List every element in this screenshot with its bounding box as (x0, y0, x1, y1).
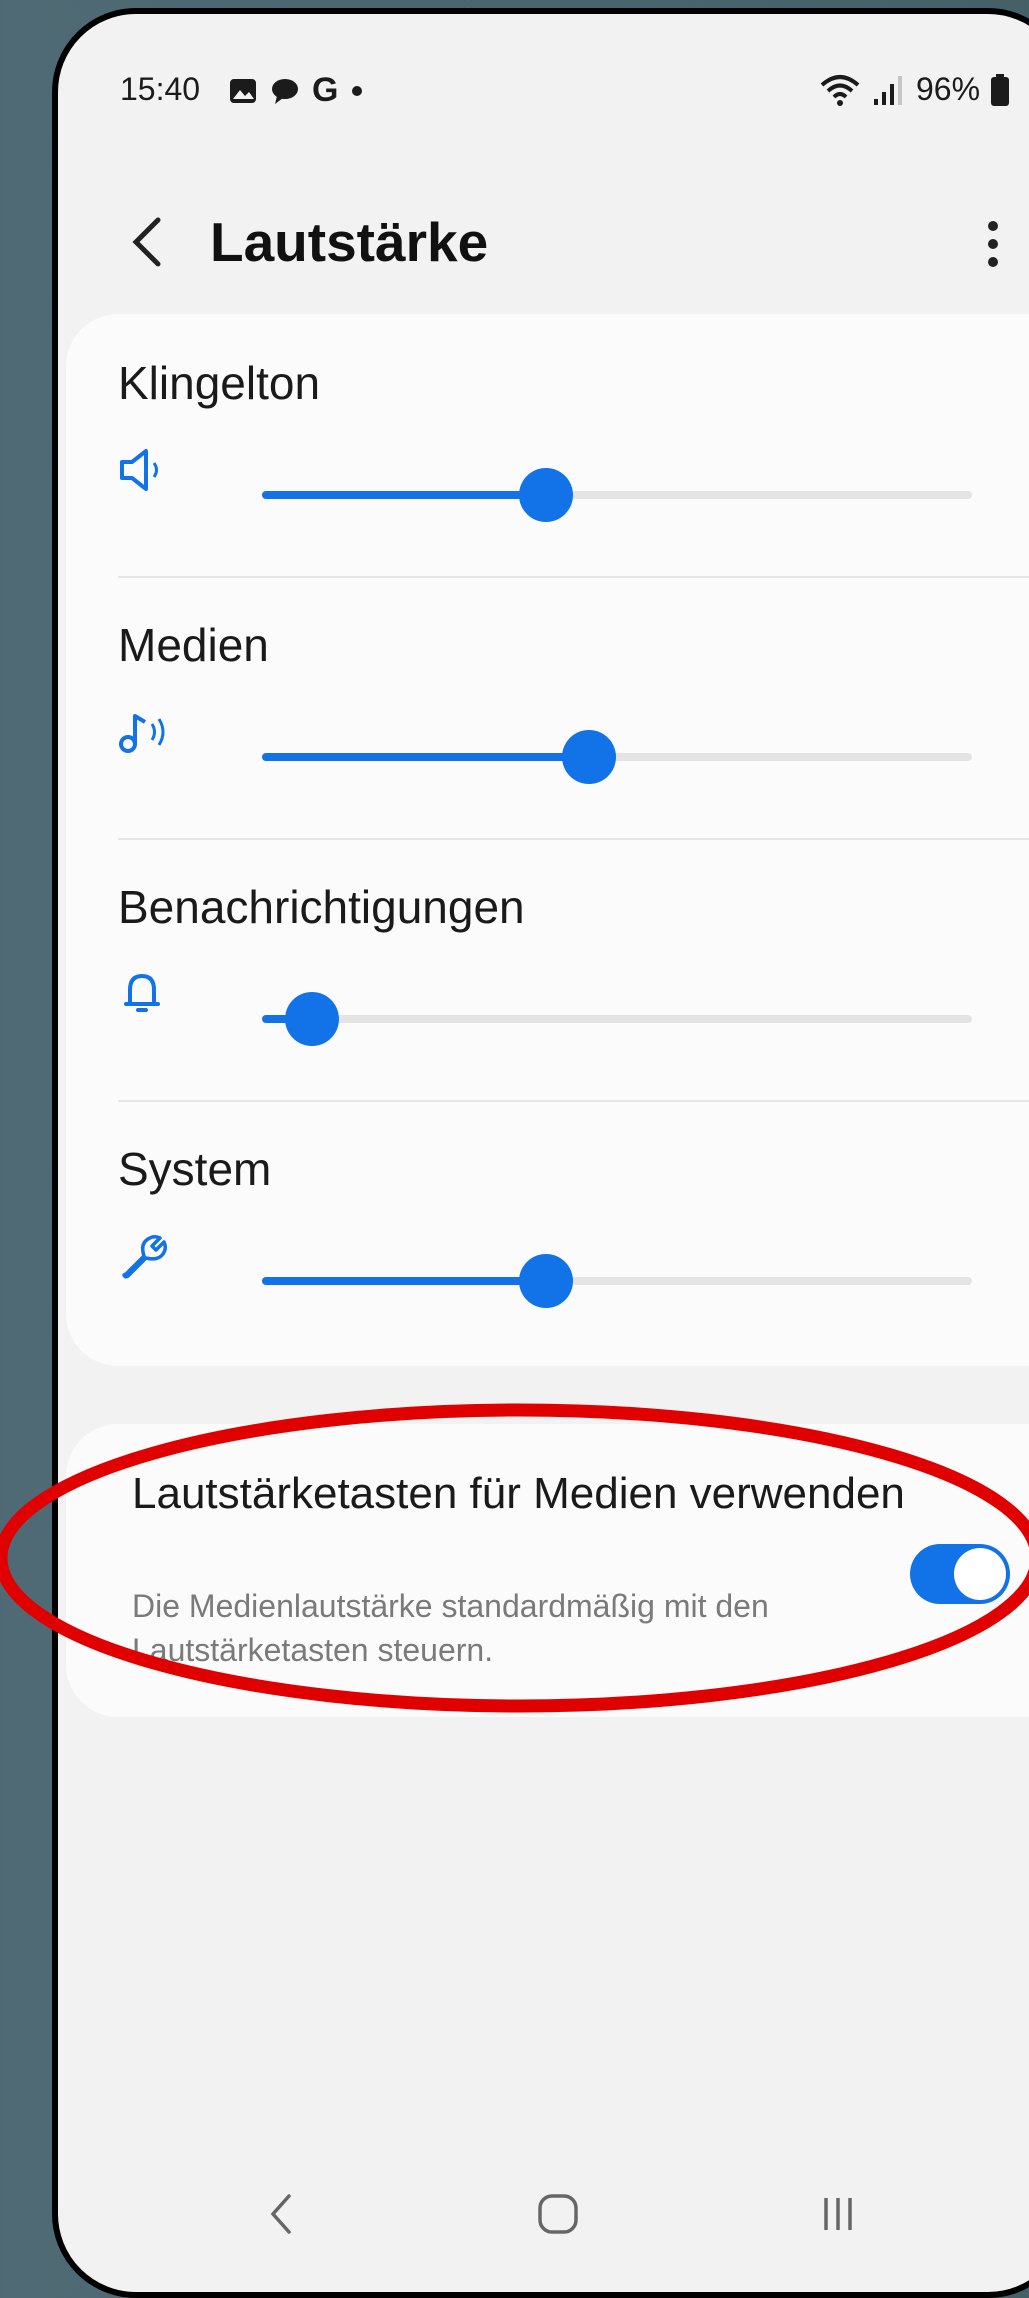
bell-icon[interactable] (116, 968, 172, 1020)
volume-label: Medien (118, 619, 269, 671)
slider-thumb[interactable] (561, 730, 616, 784)
nav-home-icon[interactable] (518, 2174, 598, 2254)
speaker-icon[interactable] (116, 444, 172, 496)
back-icon[interactable] (124, 214, 170, 270)
status-time: 15:40 (120, 71, 201, 107)
status-right: 96% (818, 71, 1010, 108)
nav-back-icon[interactable] (243, 2174, 323, 2254)
volume-row-system: System (66, 1100, 1029, 1362)
gallery-icon (230, 78, 256, 103)
app-header: Lautstärke (58, 192, 1029, 292)
wifi-icon (820, 74, 860, 106)
slider-thumb[interactable] (284, 992, 339, 1046)
phone-screen: 15:40 G 96% Lautstärke Klingelton Medien (52, 8, 1029, 2298)
volume-slider[interactable] (262, 730, 972, 784)
status-bar: 15:40 G 96% (58, 14, 1029, 144)
nav-recents-icon[interactable] (798, 2174, 878, 2254)
volume-label: System (118, 1143, 272, 1195)
battery-percent: 96% (916, 71, 981, 107)
volume-card: Klingelton Medien Benachrichtigungen Sys… (66, 314, 1029, 1366)
volume-label: Benachrichtigungen (118, 881, 525, 933)
music-note-icon[interactable] (116, 706, 172, 758)
volume-label: Klingelton (118, 357, 321, 409)
media-keys-toggle[interactable] (910, 1544, 1010, 1604)
chat-icon (272, 78, 298, 104)
page-title: Lautstärke (210, 211, 489, 273)
media-keys-title: Lautstärketasten für Medien verwenden (132, 1469, 905, 1518)
navigation-bar (58, 2174, 1029, 2264)
slider-fill (262, 753, 589, 761)
slider-fill (262, 491, 546, 499)
dot-icon (352, 85, 363, 96)
volume-row-notifications: Benachrichtigungen (66, 838, 1029, 1100)
volume-row-ringtone: Klingelton (66, 314, 1029, 576)
google-icon: G (312, 71, 339, 109)
wrench-icon[interactable] (116, 1230, 172, 1282)
slider-thumb[interactable] (519, 1254, 573, 1308)
more-options-icon[interactable] (973, 214, 1013, 274)
media-keys-description: Die Medienlautstärke standardmäßig mit d… (132, 1588, 769, 1668)
media-keys-card[interactable]: Lautstärketasten für Medien verwenden Di… (66, 1424, 1029, 1717)
slider-thumb[interactable] (519, 468, 573, 522)
slider-fill (262, 1277, 546, 1285)
volume-slider[interactable] (262, 1254, 972, 1308)
volume-row-media: Medien (66, 576, 1029, 838)
toggle-knob (954, 1548, 1006, 1600)
volume-slider[interactable] (262, 468, 972, 522)
notification-icons: G (228, 71, 364, 110)
battery-icon (991, 73, 1010, 106)
signal-icon (874, 75, 902, 105)
volume-slider[interactable] (262, 992, 972, 1046)
